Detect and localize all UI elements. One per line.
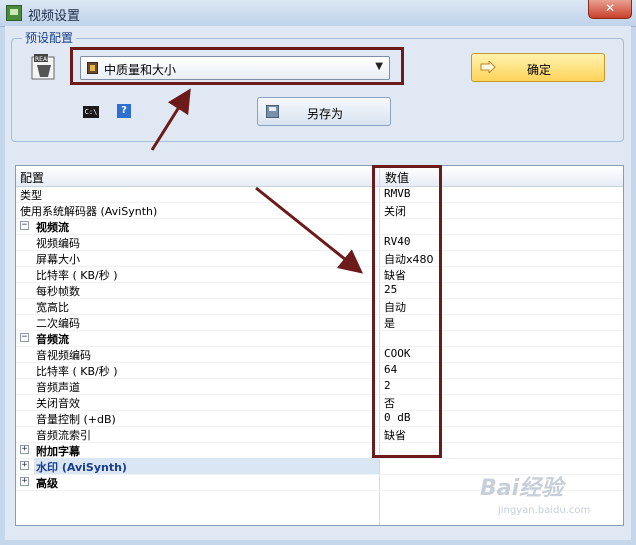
arrow-to-preset <box>150 88 191 151</box>
annotation-arrows <box>150 88 364 274</box>
watermark-logo: Bai经验 <box>480 476 564 501</box>
watermark-url: jingyan.baidu.com <box>498 505 591 516</box>
arrow-to-values <box>255 186 364 274</box>
